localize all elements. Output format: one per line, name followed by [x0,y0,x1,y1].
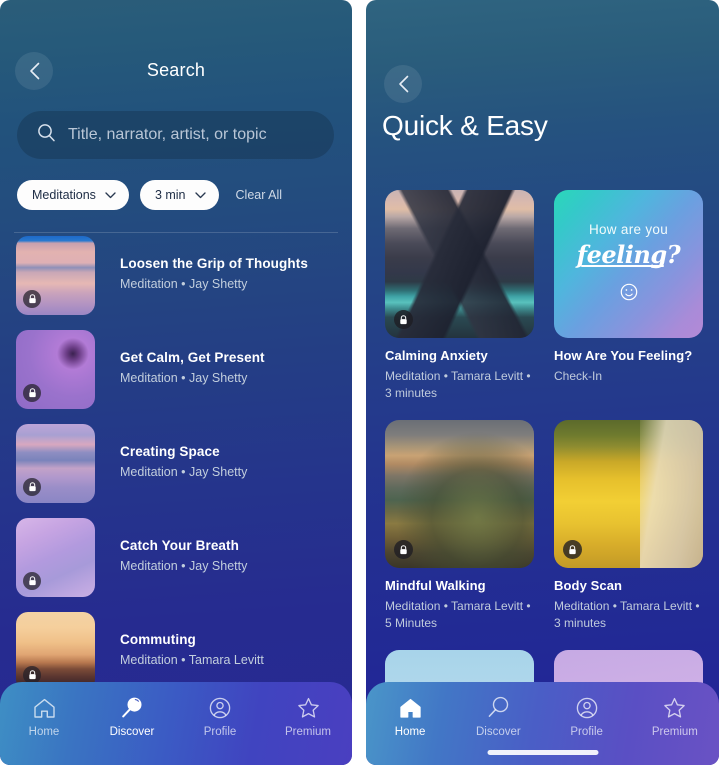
filter-chip-category[interactable]: Meditations [17,180,129,210]
list-item-subtitle: Meditation • Jay Shetty [120,465,248,479]
list-item[interactable]: Loosen the Grip of Thoughts Meditation •… [16,236,341,330]
filter-chip-duration-label: 3 min [154,188,186,202]
search-icon [487,695,510,719]
search-screen: Search Title, narrator, artist, or topic… [0,0,352,765]
nav-item-premium-label: Premium [284,726,331,738]
nav-item-profile-label: Profile [203,726,237,738]
list-item-title: Get Calm, Get Present [120,350,265,365]
card-artwork: How are you feeling? [554,190,703,338]
nav-item-discover-label: Discover [476,726,521,738]
screenshot-stage: Search Title, narrator, artist, or topic… [0,0,719,765]
card-grid: Calming Anxiety Meditation • Tamara Levi… [385,190,703,765]
card-artwork [385,420,534,569]
list-item-subtitle: Meditation • Jay Shetty [120,371,248,385]
track-thumbnail [16,330,95,409]
list-item[interactable]: Creating Space Meditation • Jay Shetty [16,424,341,518]
nav-item-profile-label: Profile [570,726,603,738]
lock-icon [563,540,582,560]
home-indicator[interactable] [487,750,598,755]
card-artwork [385,190,534,338]
list-item-title: Catch Your Breath [120,538,239,553]
filter-chip-duration[interactable]: 3 min [139,180,219,210]
nav-item-discover[interactable]: Discover [88,695,176,738]
list-item-title: Loosen the Grip of Thoughts [120,256,308,271]
search-placeholder: Title, narrator, artist, or topic [68,126,267,143]
list-item-subtitle: Meditation • Tamara Levitt [120,653,264,667]
track-thumbnail [16,236,95,315]
bottom-nav: Home Discover Profile Premium [366,682,719,765]
list-item-subtitle: Meditation • Jay Shetty [120,277,248,291]
chevron-left-icon [398,75,409,93]
list-item[interactable]: Get Calm, Get Present Meditation • Jay S… [16,330,341,424]
card-body-scan[interactable]: Body Scan Meditation • Tamara Levitt • 3… [554,420,703,631]
card-mindful-walking[interactable]: Mindful Walking Meditation • Tamara Levi… [385,420,534,631]
card-title: Calming Anxiety [385,348,488,363]
back-button[interactable] [384,65,422,103]
nav-item-premium[interactable]: Premium [264,695,352,738]
card-subtitle: Check-In [554,369,603,383]
card-subtitle: Meditation • Tamara Levitt • 5 Minutes [385,599,531,630]
track-thumbnail [16,424,95,503]
list-item-title: Commuting [120,632,196,647]
card-title: How Are You Feeling? [554,348,693,363]
list-item[interactable]: Catch Your Breath Meditation • Jay Shett… [16,518,341,612]
search-icon [37,123,56,147]
search-results-list: Loosen the Grip of Thoughts Meditation •… [16,236,341,706]
chevron-down-icon [105,188,116,202]
lock-icon [23,384,41,402]
page-title: Search [146,60,206,80]
card-title: Mindful Walking [385,578,486,594]
nav-item-home[interactable]: Home [366,695,454,738]
lock-icon [23,290,41,308]
card-calming-anxiety[interactable]: Calming Anxiety Meditation • Tamara Levi… [385,190,534,401]
home-icon [33,695,56,719]
chevron-down-icon [194,188,206,202]
lock-icon [394,310,413,329]
list-item-text: Loosen the Grip of Thoughts Meditation •… [120,236,308,291]
search-input[interactable]: Title, narrator, artist, or topic [17,111,334,159]
nav-item-home-label: Home [394,726,426,738]
star-icon [297,695,320,719]
star-icon [663,695,686,719]
bottom-nav: Home Discover Profile Premium [0,682,352,765]
track-thumbnail [16,518,95,597]
nav-item-discover[interactable]: Discover [454,695,542,738]
nav-item-home[interactable]: Home [0,695,88,738]
nav-item-profile[interactable]: Profile [543,695,631,738]
list-item-text: Get Calm, Get Present Meditation • Jay S… [120,330,265,385]
feeling-overlay: How are you feeling? [554,190,703,338]
nav-item-discover-label: Discover [109,726,155,738]
lock-icon [23,478,41,496]
page-title: Quick & Easy [382,110,548,141]
filter-chip-row: Meditations 3 min Clear All [17,180,282,210]
card-title: Body Scan [554,578,623,594]
card-how-are-you-feeling[interactable]: How are you feeling? How Are You Feeling… [554,190,703,401]
header-divider [14,232,338,233]
person-circle-icon [576,695,598,719]
list-item-text: Commuting Meditation • Tamara Levitt [120,612,264,667]
list-item-subtitle: Meditation • Jay Shetty [120,559,248,573]
nav-item-home-label: Home [28,726,60,738]
filter-chip-category-label: Meditations [32,188,96,202]
card-subtitle: Meditation • Tamara Levitt • 3 minutes [554,599,700,630]
clear-all-button[interactable]: Clear All [236,188,283,202]
list-item-text: Creating Space Meditation • Jay Shetty [120,424,247,479]
person-circle-icon [209,695,231,719]
smiley-face-icon [620,283,638,306]
home-icon [399,695,422,719]
search-icon [121,695,144,719]
lock-icon [23,572,41,590]
nav-item-premium[interactable]: Premium [631,695,719,738]
list-item-text: Catch Your Breath Meditation • Jay Shett… [120,518,247,573]
lock-icon [394,540,413,560]
track-thumbnail [16,612,95,691]
list-item-title: Creating Space [120,444,220,459]
card-subtitle: Meditation • Tamara Levitt • 3 minutes [385,369,531,400]
nav-item-profile[interactable]: Profile [176,695,264,738]
feeling-line-1: How are you [588,222,669,237]
feeling-line-2: feeling? [576,240,681,269]
card-artwork [554,420,703,569]
nav-item-premium-label: Premium [651,726,698,738]
